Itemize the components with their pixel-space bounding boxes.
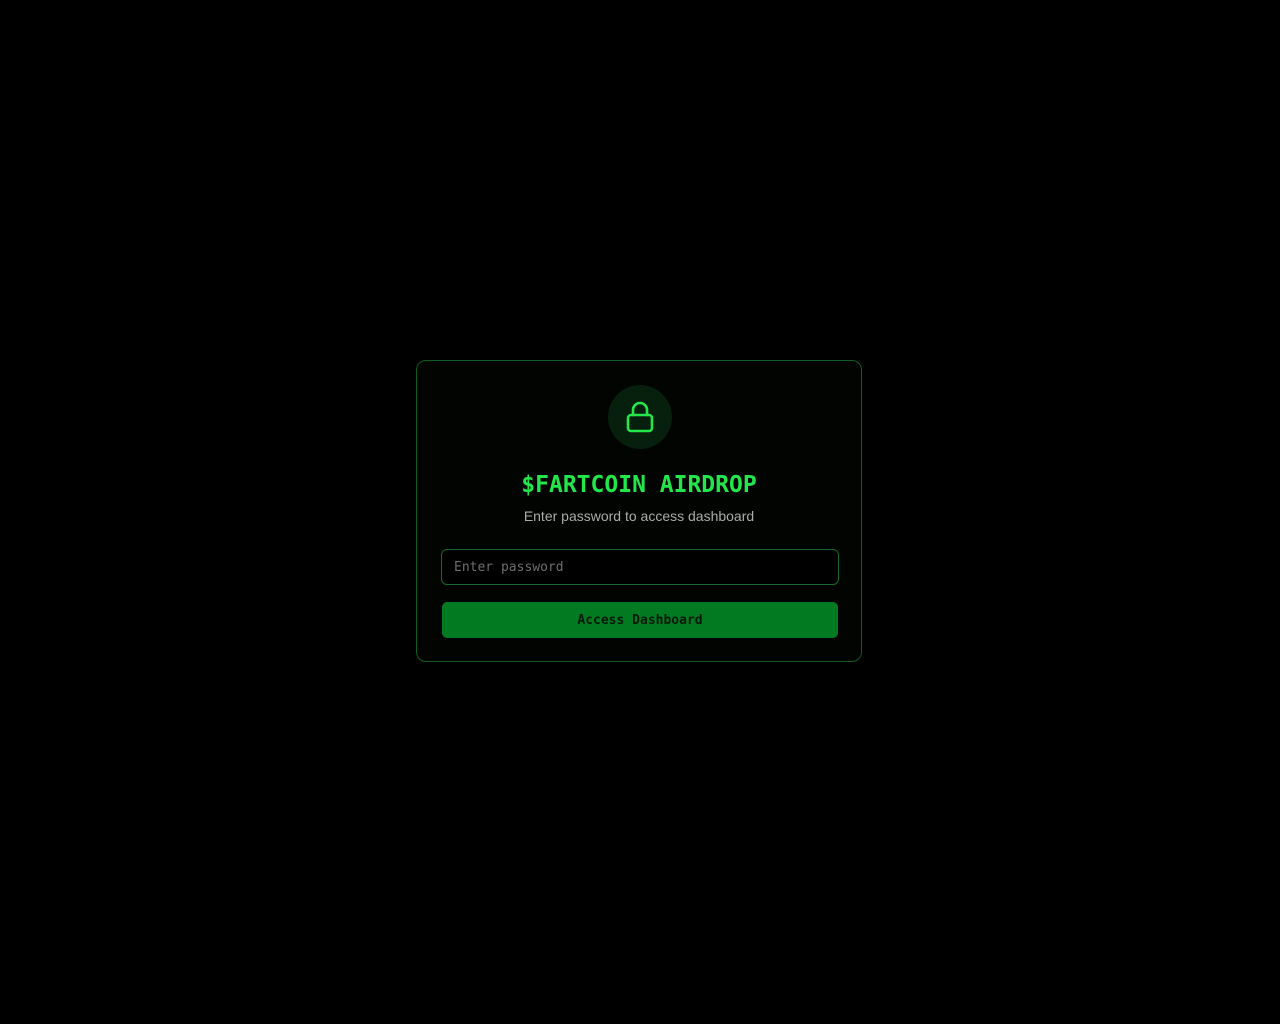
lock-icon (626, 401, 654, 433)
login-card: $FARTCOIN AIRDROP Enter password to acce… (416, 360, 862, 662)
page-title: $FARTCOIN AIRDROP (521, 472, 757, 498)
page-subtitle: Enter password to access dashboard (523, 508, 755, 524)
page: { "login": { "title": "$FARTCOIN AIRDROP… (0, 0, 1280, 1024)
password-input[interactable] (441, 549, 839, 585)
access-dashboard-button[interactable]: Access Dashboard (442, 602, 838, 638)
lock-badge (608, 385, 672, 449)
